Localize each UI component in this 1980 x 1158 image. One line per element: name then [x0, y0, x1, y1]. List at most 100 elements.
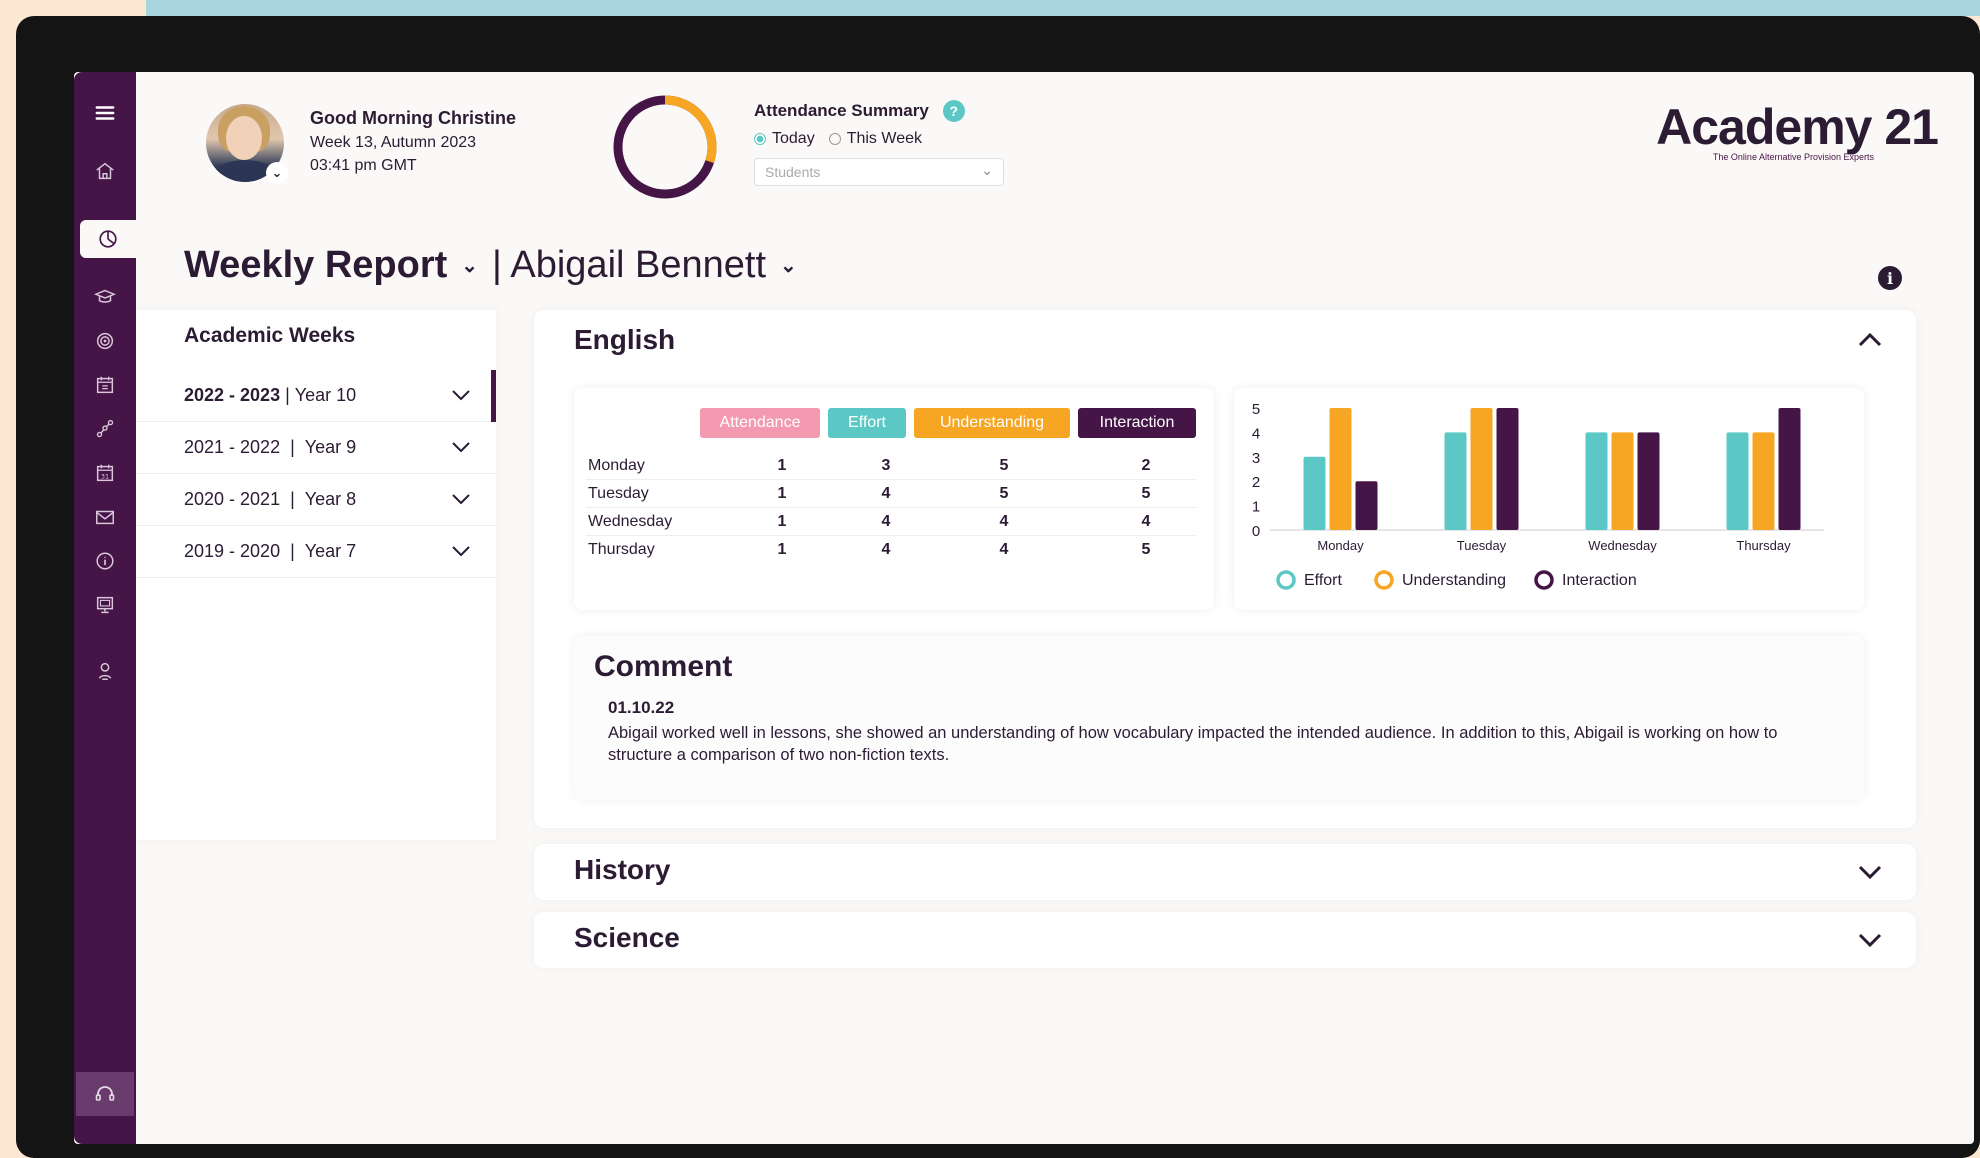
comment-text: Abigail worked well in lessons, she show…	[608, 724, 1778, 764]
bar-effort-thursday	[1726, 432, 1749, 530]
radio-today-dot[interactable]	[754, 133, 766, 145]
week-row-2019[interactable]: 2019 - 2020 | Year 7	[136, 526, 496, 578]
cell-effort: 4	[881, 513, 891, 530]
table-row: Monday 1 3 5 2	[586, 452, 1196, 480]
cell-attendance: 1	[777, 541, 787, 558]
cell-interaction: 5	[1141, 541, 1151, 558]
chevron-down-icon[interactable]	[1856, 860, 1884, 888]
sidebar: 31	[74, 72, 136, 1144]
science-title[interactable]: Science	[574, 922, 680, 954]
academic-weeks-title: Academic Weeks	[184, 324, 356, 347]
column-interaction: Interaction	[1078, 408, 1196, 438]
pathway-icon[interactable]	[82, 410, 128, 448]
info-circle-icon[interactable]	[82, 542, 128, 580]
cell-attendance: 1	[777, 513, 787, 530]
x-tick-label: Thursday	[1736, 538, 1791, 553]
column-attendance: Attendance	[700, 408, 820, 438]
science-panel[interactable]: Science	[534, 912, 1916, 968]
history-panel[interactable]: History	[534, 844, 1916, 900]
radio-today[interactable]: Today	[754, 130, 815, 148]
week-separator: |	[280, 541, 305, 561]
cell-interaction: 4	[1141, 513, 1151, 530]
bar-interaction-thursday	[1778, 408, 1801, 530]
row-day: Wednesday	[588, 513, 673, 530]
chevron-down-icon[interactable]	[450, 384, 472, 411]
cell-understanding: 5	[999, 485, 1009, 502]
week-row-2022[interactable]: 2022 - 2023 | Year 10	[136, 370, 496, 422]
profile-key-icon[interactable]	[82, 652, 128, 690]
presentation-icon[interactable]	[82, 586, 128, 624]
cell-understanding: 4	[999, 513, 1009, 530]
chevron-down-icon[interactable]	[450, 436, 472, 463]
chevron-down-icon[interactable]	[1856, 928, 1884, 956]
cell-attendance: 1	[777, 457, 787, 474]
svg-text:31: 31	[101, 473, 109, 481]
target-icon[interactable]	[82, 322, 128, 360]
week-separator: |	[280, 489, 305, 509]
menu-icon[interactable]	[82, 94, 128, 132]
column-understanding: Understanding	[914, 408, 1070, 438]
students-select[interactable]: Students ⌄	[754, 158, 1004, 186]
chevron-down-icon[interactable]	[450, 488, 472, 515]
x-tick-label: Wednesday	[1588, 538, 1657, 553]
row-day: Tuesday	[588, 485, 649, 502]
radio-today-label: Today	[772, 130, 815, 147]
column-effort: Effort	[828, 408, 906, 438]
mail-icon[interactable]	[82, 498, 128, 536]
home-icon[interactable]	[82, 152, 128, 190]
table-row: Wednesday 1 4 4 4	[586, 508, 1196, 536]
calendar-icon[interactable]	[82, 366, 128, 404]
chevron-up-icon[interactable]	[1856, 328, 1884, 356]
week-row-2020[interactable]: 2020 - 2021 | Year 8	[136, 474, 496, 526]
cell-interaction: 2	[1141, 457, 1151, 474]
graduation-cap-icon[interactable]	[82, 278, 128, 316]
week-years: 2019 - 2020	[184, 541, 281, 561]
bar-understanding-tuesday	[1470, 408, 1493, 530]
cell-interaction: 5	[1141, 485, 1151, 502]
row-day: Thursday	[588, 541, 655, 558]
radio-this-week-label: This Week	[846, 130, 922, 147]
support-headset-icon[interactable]	[76, 1072, 134, 1116]
help-icon[interactable]: ?	[942, 100, 965, 122]
y-tick-label: 3	[1252, 450, 1260, 467]
reports-icon[interactable]	[80, 220, 136, 258]
week-years: 2022 - 2023	[184, 385, 281, 405]
week-year: Year 10	[294, 385, 357, 405]
radio-this-week-dot[interactable]	[828, 133, 841, 145]
legend-marker	[1374, 570, 1394, 590]
page-title: Weekly Report ⌄ | Abigail Bennett ⌄	[184, 244, 797, 287]
bar-interaction-wednesday	[1637, 432, 1660, 530]
row-day: Monday	[588, 457, 645, 474]
week-separator: |	[280, 437, 305, 457]
cell-understanding: 5	[999, 457, 1009, 474]
scores-bar-chart: 5 4 3 2 1 0 Monday Tuesday Wednesday Thursday Effo…	[1252, 401, 1824, 590]
report-chevron-down-icon[interactable]: ⌄	[461, 253, 478, 278]
greeting-block: Good Morning Christine Week 13, Autumn 2…	[310, 108, 516, 175]
academic-weeks-panel: Academic Weeks 2022 - 2023 | Year 10 202…	[136, 310, 496, 840]
radio-this-week[interactable]: This Week	[828, 130, 922, 148]
bar-understanding-monday	[1329, 408, 1352, 530]
time-text: 03:41 pm GMT	[310, 157, 417, 174]
student-chevron-down-icon[interactable]: ⌄	[780, 253, 797, 278]
academy-logo: Academy 21 The Online Alternative Provis…	[1656, 102, 1939, 162]
y-tick-label: 4	[1252, 425, 1260, 442]
legend-marker	[1276, 570, 1296, 590]
x-tick-label: Monday	[1317, 538, 1364, 553]
info-icon[interactable]: i	[1878, 266, 1902, 290]
english-title[interactable]: English	[574, 324, 675, 356]
scores-table: Attendance Effort Understanding Interact…	[574, 388, 1214, 610]
chevron-down-icon[interactable]	[450, 540, 472, 567]
timetable-icon[interactable]: 31	[82, 454, 128, 492]
legend-label: Interaction	[1562, 572, 1637, 589]
table-row: Thursday 1 4 4 5	[586, 536, 1196, 564]
y-tick-label: 0	[1252, 523, 1260, 540]
report-type[interactable]: Weekly Report	[184, 244, 447, 287]
week-row-2021[interactable]: 2021 - 2022 | Year 9	[136, 422, 496, 474]
avatar-chevron-down-icon[interactable]: ⌄	[266, 162, 288, 184]
cell-effort: 3	[881, 457, 891, 474]
bar-interaction-monday	[1355, 481, 1378, 530]
bar-effort-monday	[1303, 456, 1326, 530]
history-title[interactable]: History	[574, 854, 670, 886]
comment-card: Comment 01.10.22 Abigail worked well in …	[574, 636, 1864, 800]
student-name[interactable]: | Abigail Bennett	[492, 244, 766, 287]
